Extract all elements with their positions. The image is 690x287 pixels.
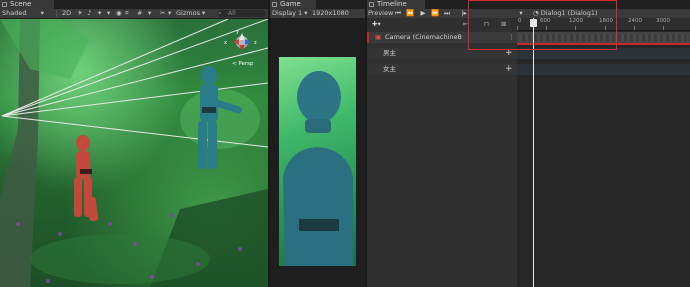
game-render [283, 71, 353, 266]
lighting-icon[interactable]: ☀ [77, 9, 83, 18]
orientation-gizmo[interactable] [233, 33, 251, 51]
ground-patch [30, 234, 210, 284]
go-to-start-icon[interactable]: ⏮ [394, 9, 402, 18]
game-tab-icon [272, 2, 277, 7]
grid-icon[interactable]: # [137, 9, 142, 18]
ruler-tick [634, 26, 635, 30]
play-icon[interactable]: ▶ [419, 9, 427, 18]
toggle-2d-button[interactable]: 2D [62, 9, 71, 18]
chevron-down-icon[interactable]: ▾ [148, 9, 151, 18]
chevron-down-icon: ▾ [202, 9, 206, 17]
character-neck [305, 119, 331, 133]
game-viewport[interactable] [270, 19, 365, 287]
count-icon[interactable]: ⌗ [125, 9, 129, 18]
scene-tab-label: Scene [10, 0, 32, 8]
effects-icon[interactable]: ✦ [97, 9, 102, 18]
ruler-tick-label: 3000 [656, 18, 670, 24]
resolution-dropdown[interactable]: 1920x1080 [312, 9, 349, 18]
foliage [180, 89, 260, 149]
previous-frame-icon[interactable]: ⏪ [406, 9, 414, 18]
gizmo-axis-x-label: x [224, 40, 227, 46]
character-red[interactable] [74, 135, 99, 222]
search-icon: ⌕ [218, 9, 222, 17]
track-label: 女主 [383, 65, 396, 73]
track-icon: ▣ [375, 33, 382, 41]
game-tabbar: Game [270, 0, 365, 9]
ruler-tick-label: 2400 [628, 18, 642, 24]
tab-scene[interactable]: Scene [0, 0, 54, 9]
playhead-line [533, 18, 534, 287]
divider [56, 10, 57, 17]
scene-tabbar: Scene [0, 0, 268, 9]
hidden-objects-icon[interactable]: ◉ [116, 9, 122, 18]
gizmos-dropdown[interactable]: Gizmos ▾ [176, 9, 205, 18]
track-label: Camera (CinemachineB [385, 33, 462, 41]
gizmos-label: Gizmos [176, 9, 200, 17]
timeline-tab-label: Timeline [377, 0, 407, 8]
annotation-highlight-box [468, 0, 617, 50]
chevron-down-icon: ▾ [304, 9, 308, 17]
timeline-panel: Timeline Preview ⏮ ⏪ ▶ ⏩ ⏭ |▸ ▾ ◔ Dialog… [367, 0, 690, 287]
game-panel: Game Display 1 ▾ 1920x1080 [270, 0, 365, 287]
track-label: 男主 [383, 49, 396, 57]
game-tab-label: Game [280, 0, 301, 8]
scene-render: y z x [0, 19, 268, 287]
resolution-label: 1920x1080 [312, 9, 349, 17]
scene-toolbar: Shaded ▾ 2D ☀ ♪ ✦ ▾ ◉ ⌗ # ▾ ✂ ▾ Gizmos ▾… [0, 9, 268, 19]
audio-icon[interactable]: ♪ [87, 9, 91, 18]
chevron-down-icon: ▾ [40, 9, 44, 17]
character-torso [283, 147, 353, 266]
game-render-frame [279, 57, 356, 266]
tab-timeline[interactable]: Timeline [367, 0, 425, 9]
shading-label: Shaded [2, 9, 27, 17]
tools-icon[interactable]: ✂ [160, 9, 165, 18]
timeline-tab-icon [369, 2, 374, 7]
foliage [0, 19, 90, 79]
timeline-clip-area[interactable]: 0 600 1200 1800 2400 3000 [517, 18, 690, 287]
game-toolbar: Display 1 ▾ 1920x1080 [270, 9, 365, 19]
character-head [297, 71, 341, 123]
scene-tab-icon [2, 2, 7, 7]
add-track-button[interactable]: ✚▾ [372, 18, 381, 30]
display-dropdown[interactable]: Display 1 ▾ [272, 9, 308, 18]
track-female-lead[interactable]: 女主 + [367, 64, 517, 75]
persp-label[interactable]: < Persp [232, 61, 253, 67]
character-belt [299, 219, 339, 231]
display-label: Display 1 [272, 9, 303, 17]
female-lead-clip-row[interactable] [517, 64, 690, 75]
scene-viewport[interactable]: y z x < Persp [0, 19, 268, 287]
tab-game[interactable]: Game [270, 0, 316, 9]
chevron-down-icon[interactable]: ▾ [168, 9, 171, 18]
track-list: ✚▾ ⇤ ⊓ ⊠ ▣ Camera (CinemachineB ⋮ 男主 + 女… [367, 18, 519, 287]
gizmo-axis-y-label: y [236, 29, 239, 35]
add-clip-icon[interactable]: + [505, 64, 513, 75]
go-to-end-icon[interactable]: ⏭ [443, 9, 451, 18]
scene-panel: Scene Shaded ▾ 2D ☀ ♪ ✦ ▾ ◉ ⌗ # ▾ ✂ ▾ Gi… [0, 0, 268, 287]
shading-dropdown[interactable]: Shaded ▾ [2, 9, 44, 18]
scene-search-field[interactable]: ⌕ All [218, 10, 266, 17]
ruler-tick [663, 26, 664, 30]
preview-toggle[interactable]: Preview [368, 9, 393, 18]
scene-search-placeholder: All [227, 9, 236, 17]
play-range-icon[interactable]: |▸ [460, 9, 468, 18]
chevron-down-icon[interactable]: ▾ [107, 9, 110, 18]
gizmo-axis-z-label: z [254, 40, 257, 46]
next-frame-icon[interactable]: ⏩ [431, 9, 439, 18]
